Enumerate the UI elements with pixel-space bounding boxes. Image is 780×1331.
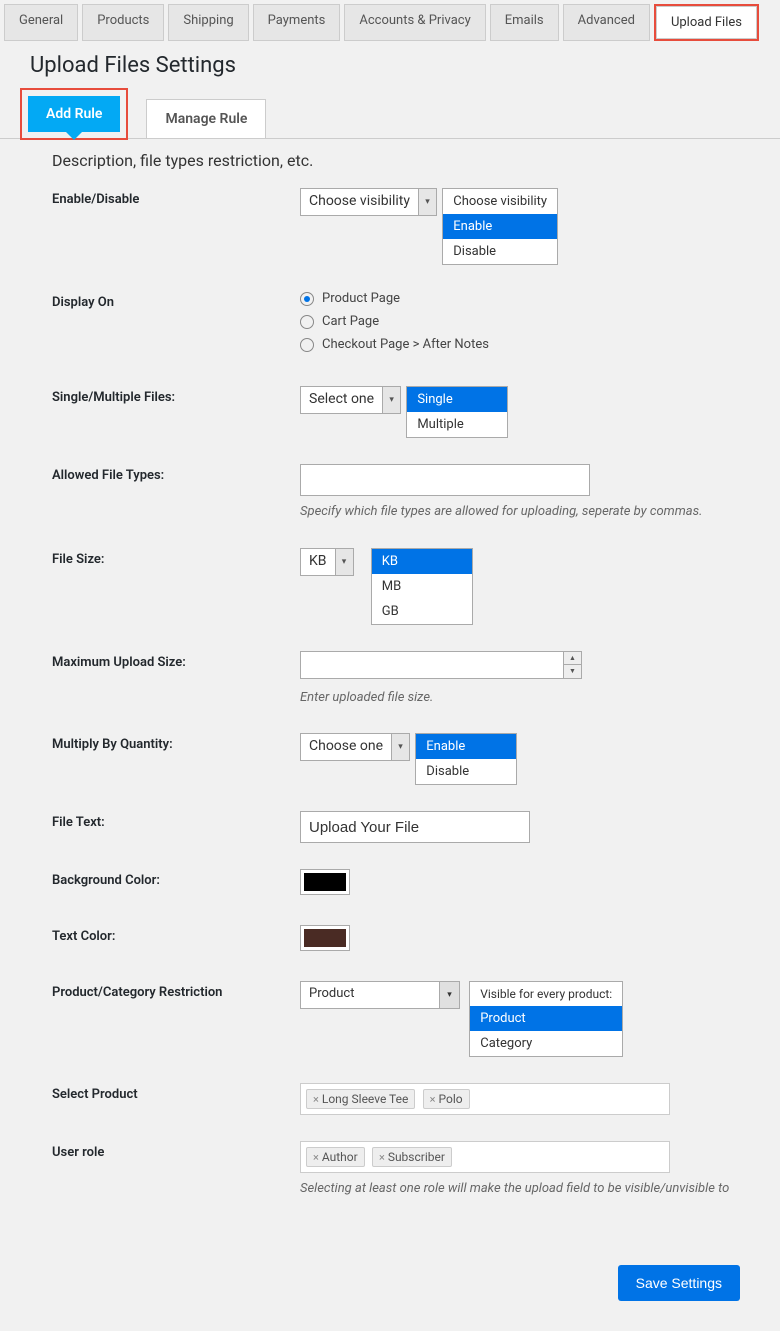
label-restriction: Product/Category Restriction bbox=[52, 981, 300, 1000]
label-allowed-types: Allowed File Types: bbox=[52, 464, 300, 483]
chevron-down-icon: ▾ bbox=[439, 982, 459, 1008]
label-max-upload: Maximum Upload Size: bbox=[52, 651, 300, 670]
label-enable-disable: Enable/Disable bbox=[52, 188, 300, 207]
tab-products[interactable]: Products bbox=[82, 4, 164, 41]
fs-opt-gb[interactable]: GB bbox=[372, 599, 472, 624]
visibility-opt-disable[interactable]: Disable bbox=[443, 239, 557, 264]
restriction-opt-product[interactable]: Product bbox=[470, 1006, 622, 1031]
label-display-on: Display On bbox=[52, 291, 300, 310]
chevron-down-icon: ▾ bbox=[418, 189, 436, 215]
close-icon[interactable]: × bbox=[313, 1093, 319, 1106]
save-settings-button[interactable]: Save Settings bbox=[618, 1265, 740, 1301]
close-icon[interactable]: × bbox=[430, 1093, 436, 1106]
select-visibility[interactable]: Choose visibility ▾ bbox=[300, 188, 437, 216]
radio-icon bbox=[300, 315, 314, 329]
dropdown-file-size: KB MB GB bbox=[371, 548, 473, 625]
chevron-down-icon: ▾ bbox=[391, 734, 409, 760]
input-max-upload[interactable]: ▲ ▼ bbox=[300, 651, 582, 679]
radio-icon bbox=[300, 338, 314, 352]
dropdown-visibility: Choose visibility Enable Disable bbox=[442, 188, 558, 265]
tab-advanced[interactable]: Advanced bbox=[563, 4, 650, 41]
select-restriction[interactable]: Product ▾ bbox=[300, 981, 460, 1009]
visibility-opt-enable[interactable]: Enable bbox=[443, 214, 557, 239]
label-single-multiple: Single/Multiple Files: bbox=[52, 386, 300, 405]
highlight-upload-tab: Upload Files bbox=[654, 4, 759, 41]
helper-max-upload: Enter uploaded file size. bbox=[300, 688, 760, 708]
close-icon[interactable]: × bbox=[379, 1151, 385, 1164]
highlight-add-rule: Add Rule bbox=[20, 88, 128, 140]
mq-opt-enable[interactable]: Enable bbox=[416, 734, 516, 759]
fs-opt-kb[interactable]: KB bbox=[372, 549, 472, 574]
color-swatch-text bbox=[304, 929, 346, 947]
radio-product-page[interactable]: Product Page bbox=[300, 291, 760, 306]
chevron-down-icon: ▾ bbox=[335, 549, 353, 575]
tag-input-products[interactable]: ×Long Sleeve Tee ×Polo bbox=[300, 1083, 670, 1115]
color-input-bg[interactable] bbox=[300, 869, 350, 895]
label-file-text: File Text: bbox=[52, 811, 300, 830]
color-swatch-bg bbox=[304, 873, 346, 891]
dropdown-multiply-qty: Enable Disable bbox=[415, 733, 517, 785]
select-single-multiple[interactable]: Select one ▾ bbox=[300, 386, 401, 414]
label-user-role: User role bbox=[52, 1141, 300, 1160]
tab-accounts[interactable]: Accounts & Privacy bbox=[344, 4, 485, 41]
label-multiply-qty: Multiply By Quantity: bbox=[52, 733, 300, 752]
helper-roles: Selecting at least one role will make th… bbox=[300, 1179, 760, 1199]
input-file-text[interactable] bbox=[300, 811, 530, 843]
chevron-down-icon: ▼ bbox=[564, 665, 581, 678]
input-allowed-types[interactable] bbox=[300, 464, 590, 496]
restriction-opt-every[interactable]: Visible for every product: bbox=[470, 982, 622, 1006]
sm-opt-multiple[interactable]: Multiple bbox=[407, 412, 507, 437]
page-title: Upload Files Settings bbox=[0, 41, 780, 88]
radio-checkout-page[interactable]: Checkout Page > After Notes bbox=[300, 337, 760, 352]
sm-opt-single[interactable]: Single bbox=[407, 387, 507, 412]
tag-product-1[interactable]: ×Long Sleeve Tee bbox=[306, 1089, 415, 1109]
color-input-text[interactable] bbox=[300, 925, 350, 951]
tab-emails[interactable]: Emails bbox=[490, 4, 559, 41]
tag-input-roles[interactable]: ×Author ×Subscriber bbox=[300, 1141, 670, 1173]
close-icon[interactable]: × bbox=[313, 1151, 319, 1164]
dropdown-restriction: Visible for every product: Product Categ… bbox=[469, 981, 623, 1057]
tab-upload-files[interactable]: Upload Files bbox=[656, 6, 757, 39]
label-text-color: Text Color: bbox=[52, 925, 300, 944]
chevron-up-icon: ▲ bbox=[564, 652, 581, 666]
label-file-size: File Size: bbox=[52, 548, 300, 567]
form-table: Enable/Disable Choose visibility ▾ Choos… bbox=[0, 188, 780, 1255]
chevron-down-icon: ▾ bbox=[382, 387, 400, 413]
helper-allowed-types: Specify which file types are allowed for… bbox=[300, 502, 760, 522]
top-tabs: General Products Shipping Payments Accou… bbox=[0, 0, 780, 41]
tab-payments[interactable]: Payments bbox=[253, 4, 341, 41]
subtab-add-rule[interactable]: Add Rule bbox=[28, 96, 120, 132]
visibility-opt-placeholder[interactable]: Choose visibility bbox=[443, 189, 557, 214]
select-multiply-qty[interactable]: Choose one ▾ bbox=[300, 733, 410, 761]
label-select-product: Select Product bbox=[52, 1083, 300, 1102]
sub-tabs: Add Rule Manage Rule bbox=[0, 88, 780, 139]
radio-icon bbox=[300, 292, 314, 306]
radio-cart-page[interactable]: Cart Page bbox=[300, 314, 760, 329]
section-description: Description, file types restriction, etc… bbox=[0, 139, 780, 188]
restriction-opt-category[interactable]: Category bbox=[470, 1031, 622, 1056]
fs-opt-mb[interactable]: MB bbox=[372, 574, 472, 599]
tag-product-2[interactable]: ×Polo bbox=[423, 1089, 470, 1109]
save-row: Save Settings bbox=[0, 1255, 780, 1331]
subtab-manage-rule[interactable]: Manage Rule bbox=[146, 99, 266, 138]
tag-role-2[interactable]: ×Subscriber bbox=[372, 1147, 452, 1167]
tag-role-1[interactable]: ×Author bbox=[306, 1147, 365, 1167]
tab-general[interactable]: General bbox=[4, 4, 78, 41]
mq-opt-disable[interactable]: Disable bbox=[416, 759, 516, 784]
number-stepper[interactable]: ▲ ▼ bbox=[563, 652, 581, 678]
label-bg-color: Background Color: bbox=[52, 869, 300, 888]
dropdown-single-multiple: Single Multiple bbox=[406, 386, 508, 438]
tab-shipping[interactable]: Shipping bbox=[168, 4, 248, 41]
select-file-size-unit[interactable]: KB ▾ bbox=[300, 548, 354, 576]
